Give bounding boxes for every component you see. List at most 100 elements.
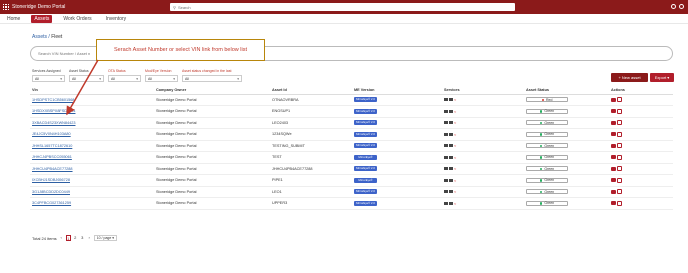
camera-service-icon bbox=[444, 201, 448, 205]
view-icon[interactable] bbox=[611, 166, 616, 171]
table-row[interactable]: JHHSL1657TC1872610 Stoneridge Demo Porta… bbox=[30, 140, 673, 152]
col-header-asset-id[interactable]: Asset Id bbox=[270, 86, 352, 95]
actions-cell bbox=[609, 197, 673, 210]
table-row[interactable]: 3G1J8BCDD2DC0449 Stoneridge Demo Portal … bbox=[30, 186, 673, 198]
table-row[interactable]: JHHCJ4PBSCC055061 Stoneridge Demo Portal… bbox=[30, 151, 673, 164]
asset-id-cell: TEST bbox=[270, 151, 352, 164]
next-page-icon[interactable]: › bbox=[87, 235, 92, 241]
col-header-owner[interactable]: Company Owner bbox=[154, 86, 270, 95]
company-owner-cell: Stoneridge Demo Portal bbox=[154, 197, 270, 210]
filter-label: Asset Status bbox=[69, 69, 89, 73]
user-icon[interactable] bbox=[679, 4, 684, 9]
nav-assets[interactable]: Assets bbox=[31, 14, 53, 23]
col-header-asset-status[interactable]: Asset Status bbox=[524, 86, 609, 95]
vin-link[interactable]: 3C4PFBCG027361259 bbox=[30, 197, 154, 210]
vin-link[interactable]: 1HSDPSTC1CB5601568 bbox=[30, 94, 154, 106]
table-row[interactable]: 3C4PFBCG027361259 Stoneridge Demo Portal… bbox=[30, 197, 673, 210]
view-icon[interactable] bbox=[611, 120, 616, 125]
help-icon[interactable] bbox=[671, 4, 676, 9]
table-row[interactable]: IXCBHJ1SDBJ656728 Stoneridge Demo Portal… bbox=[30, 174, 673, 187]
vin-link[interactable]: 3G1J8BCDD2DC0449 bbox=[30, 186, 154, 198]
view-icon[interactable] bbox=[611, 155, 616, 160]
actions-cell bbox=[609, 186, 673, 198]
vin-link[interactable]: 3XBACD4S23XWN84423 bbox=[30, 117, 154, 129]
search-icon: ⚲ bbox=[173, 4, 176, 10]
edit-icon[interactable] bbox=[617, 154, 622, 160]
actions-cell bbox=[609, 94, 673, 106]
company-owner-cell: Stoneridge Demo Portal bbox=[154, 140, 270, 152]
col-header-vin[interactable]: Vin bbox=[30, 86, 154, 95]
prev-page-icon[interactable]: ‹ bbox=[59, 235, 64, 241]
view-icon[interactable] bbox=[611, 109, 616, 114]
edit-icon[interactable] bbox=[617, 120, 622, 126]
filter-select[interactable]: All bbox=[108, 75, 141, 82]
company-owner-cell: Stoneridge Demo Portal bbox=[154, 163, 270, 175]
vin-link[interactable]: JHHSL1657TC1872610 bbox=[30, 140, 154, 152]
table-row[interactable]: 3XBACD4S23XWN84423 Stoneridge Demo Porta… bbox=[30, 117, 673, 129]
edit-icon[interactable] bbox=[617, 200, 622, 206]
status-dot-icon bbox=[539, 121, 543, 124]
page-2[interactable]: 2 bbox=[73, 235, 78, 241]
view-icon[interactable] bbox=[611, 132, 616, 137]
nav-home[interactable]: Home bbox=[4, 15, 23, 23]
filter-select[interactable]: All bbox=[145, 75, 178, 82]
export-button[interactable]: Export ▾ bbox=[650, 73, 674, 82]
filter-select[interactable]: All bbox=[32, 75, 65, 82]
display-service-icon bbox=[449, 201, 453, 205]
display-service-icon bbox=[449, 167, 453, 171]
asset-status-cell: Green bbox=[524, 186, 609, 198]
vin-link[interactable]: JHHCJ4PBSCC055061 bbox=[30, 151, 154, 164]
edit-icon[interactable] bbox=[617, 166, 622, 172]
global-search[interactable]: ⚲ bbox=[170, 3, 515, 11]
brand-name: Stoneridge Demo Portal bbox=[12, 4, 66, 10]
assets-table: Vin Company Owner Asset Id ME Version Se… bbox=[30, 86, 673, 210]
view-icon[interactable] bbox=[611, 189, 616, 194]
status-badge: Green bbox=[526, 189, 568, 195]
new-asset-button[interactable]: + New asset bbox=[611, 73, 648, 82]
filter-label: OTA Status bbox=[108, 69, 126, 73]
services-cell: ≈ bbox=[442, 117, 524, 129]
apps-grid-icon[interactable] bbox=[3, 4, 9, 10]
filter-select[interactable]: All bbox=[69, 75, 104, 82]
page-1[interactable]: 1 bbox=[65, 235, 71, 241]
page-3[interactable]: 3 bbox=[80, 235, 85, 241]
status-dot-icon bbox=[539, 179, 543, 182]
me-version-badge: MirrorEye® 2.0 bbox=[354, 97, 377, 103]
view-icon[interactable] bbox=[611, 143, 616, 148]
edit-icon[interactable] bbox=[617, 108, 622, 114]
table-row[interactable]: 1HSDXXBSPX8FSD7744 Stoneridge Demo Porta… bbox=[30, 105, 673, 118]
edit-icon[interactable] bbox=[617, 97, 622, 103]
col-header-me-version[interactable]: ME Version bbox=[352, 86, 442, 95]
edit-icon[interactable] bbox=[617, 189, 622, 195]
wifi-service-icon: ≈ bbox=[454, 97, 457, 103]
vin-link[interactable]: 1HSDXXBSPX8FSD7744 bbox=[30, 105, 154, 118]
vin-link[interactable]: IXCBHJ1SDBJ656728 bbox=[30, 174, 154, 187]
vin-link[interactable]: JE4JC5V0N4H103A80 bbox=[30, 128, 154, 141]
breadcrumb-assets-link[interactable]: Assets bbox=[32, 34, 47, 40]
topbar-icons bbox=[671, 4, 684, 9]
edit-icon[interactable] bbox=[617, 143, 622, 149]
main-content: Assets / Fleet Serach Asset Number or se… bbox=[30, 34, 675, 262]
table-row[interactable]: JHHCU4PB4ACE77288 Stoneridge Demo Portal… bbox=[30, 163, 673, 175]
status-badge: Green bbox=[526, 120, 568, 126]
filter-select[interactable]: All bbox=[182, 75, 242, 82]
display-service-icon bbox=[449, 109, 453, 113]
view-icon[interactable] bbox=[611, 178, 616, 183]
page-size-select[interactable]: 10 / page ▾ bbox=[93, 235, 118, 241]
table-row[interactable]: 1HSDPSTC1CB5601568 Stoneridge Demo Porta… bbox=[30, 94, 673, 106]
wifi-service-icon: ≈ bbox=[454, 200, 457, 206]
nav-inventory[interactable]: Inventory bbox=[103, 15, 130, 23]
asset-search-input[interactable] bbox=[38, 50, 98, 57]
display-service-icon bbox=[449, 155, 453, 159]
pagination: Total 24 items ‹ 1 2 3 › 10 / page ▾ bbox=[32, 235, 118, 241]
nav-work-orders[interactable]: Work Orders bbox=[60, 15, 94, 23]
table-row[interactable]: JE4JC5V0N4H103A80 Stoneridge Demo Portal… bbox=[30, 128, 673, 141]
edit-icon[interactable] bbox=[617, 131, 622, 137]
filter-label: Mod/Eye Version bbox=[145, 69, 172, 73]
global-search-input[interactable] bbox=[177, 4, 478, 10]
display-service-icon bbox=[449, 121, 453, 125]
vin-link[interactable]: JHHCU4PB4ACE77288 bbox=[30, 163, 154, 175]
view-icon[interactable] bbox=[611, 201, 616, 206]
view-icon[interactable] bbox=[611, 97, 616, 102]
edit-icon[interactable] bbox=[617, 177, 622, 183]
